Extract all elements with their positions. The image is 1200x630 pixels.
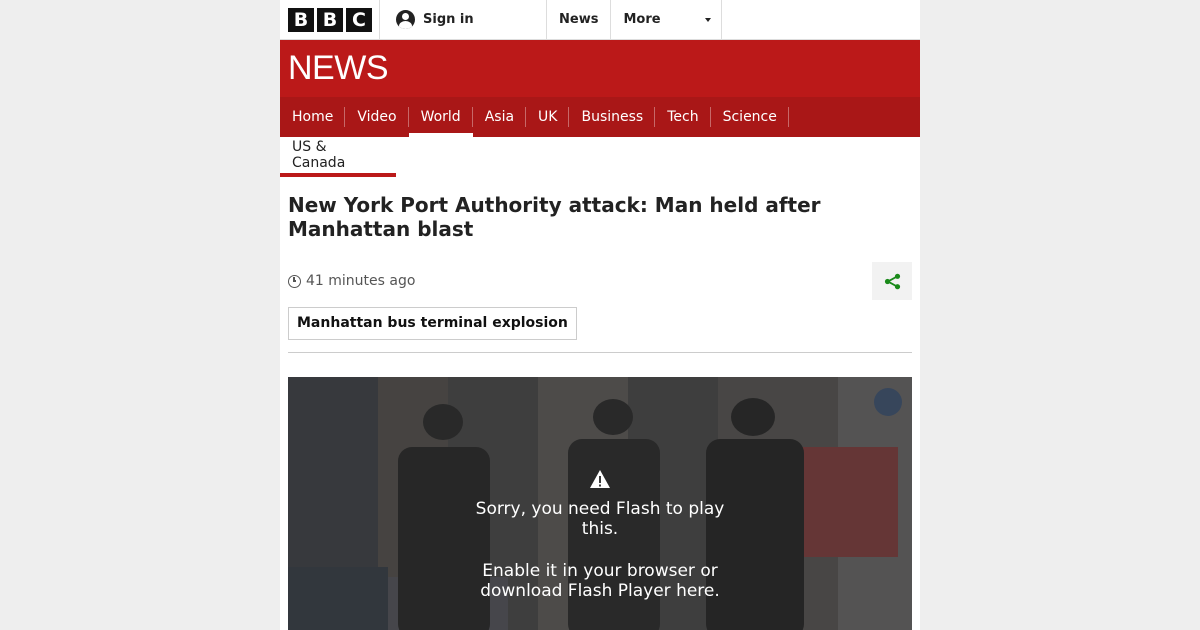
caret-down-icon [705,17,712,22]
topic-tag[interactable]: Manhattan bus terminal explosion [288,307,577,340]
logo-letter: B [317,7,343,32]
sub-nav-us-canada[interactable]: US & Canada [280,137,396,177]
logo-letter: C [346,7,372,32]
headline: New York Port Authority attack: Man held… [288,193,821,241]
tab-tech[interactable]: Tech [655,97,711,137]
clock-icon [288,274,301,288]
masthead: B B C Sign in News More [280,0,920,40]
news-banner: NEWS [280,40,920,97]
logo-letter: B [288,7,314,32]
section-nav: Home Video World Asia UK Business Tech S… [280,97,920,137]
tag-row: Manhattan bus terminal explosion [288,307,912,353]
article-meta: 41 minutes ago [288,261,912,301]
tab-world[interactable]: World [408,97,473,137]
tab-home[interactable]: Home [280,97,346,137]
news-wordmark[interactable]: NEWS [288,49,389,88]
top-nav-more[interactable]: More [611,0,723,39]
bbc-logo[interactable]: B B C [280,0,380,39]
share-button[interactable] [872,262,912,300]
tab-business[interactable]: Business [569,97,655,137]
user-icon [396,10,415,29]
tab-asia[interactable]: Asia [473,97,527,137]
article: New York Port Authority attack: Man held… [280,177,920,630]
timestamp-text: 41 minutes ago [306,273,416,289]
sign-in-link[interactable]: Sign in [380,0,547,39]
top-nav: News More [547,0,723,39]
tab-video[interactable]: Video [345,97,409,137]
flash-message-line2[interactable]: Enable it in your browser or download Fl… [455,561,745,601]
top-nav-news[interactable]: News [547,0,612,39]
share-icon [884,273,900,289]
top-nav-more-label: More [623,12,661,27]
flash-message-line1: Sorry, you need Flash to play this. [475,499,725,539]
sub-nav: US & Canada [280,137,920,177]
warning-icon [590,470,610,488]
flash-message: Sorry, you need Flash to play this. Enab… [288,469,912,601]
tab-uk[interactable]: UK [526,97,570,137]
tab-science[interactable]: Science [711,97,790,137]
page: B B C Sign in News More NEWS Home Video … [280,0,920,630]
timestamp: 41 minutes ago [288,273,415,289]
sign-in-label: Sign in [423,12,474,27]
video-player[interactable]: Sorry, you need Flash to play this. Enab… [288,377,912,630]
